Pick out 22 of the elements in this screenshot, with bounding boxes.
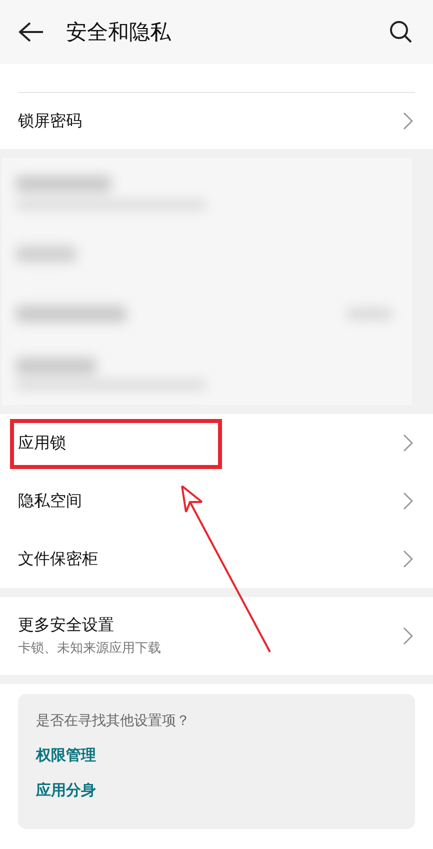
suggestion-question: 是否在寻找其他设置项？ [36, 712, 190, 730]
row-label: 更多安全设置 [18, 615, 115, 636]
settings-row[interactable]: 锁屏密码 [18, 92, 415, 149]
chevron-icon [403, 112, 413, 130]
chevron-icon [403, 550, 413, 568]
settings-row[interactable]: 更多安全设置 卡锁、未知来源应用下载 [18, 597, 415, 675]
chevron-icon [403, 627, 413, 645]
row-label: 锁屏密码 [18, 110, 83, 132]
settings-row[interactable]: 隐私空间 [18, 472, 415, 530]
settings-row[interactable]: 文件保密柜 [18, 530, 415, 588]
row-subtitle: 卡锁、未知来源应用下载 [18, 640, 162, 657]
row-label: 应用锁 [18, 432, 67, 454]
row-label: 文件保密柜 [18, 548, 99, 570]
settings-row[interactable]: 应用锁 [18, 414, 415, 472]
search-icon[interactable] [389, 20, 413, 44]
page-title: 安全和隐私 [66, 19, 172, 46]
back-arrow-icon[interactable] [18, 21, 44, 43]
chevron-icon [403, 434, 413, 452]
chevron-icon [403, 492, 413, 510]
row-label: 隐私空间 [18, 490, 83, 512]
suggestion-link[interactable]: 权限管理 [36, 746, 96, 765]
suggestion-link[interactable]: 应用分身 [36, 781, 96, 800]
